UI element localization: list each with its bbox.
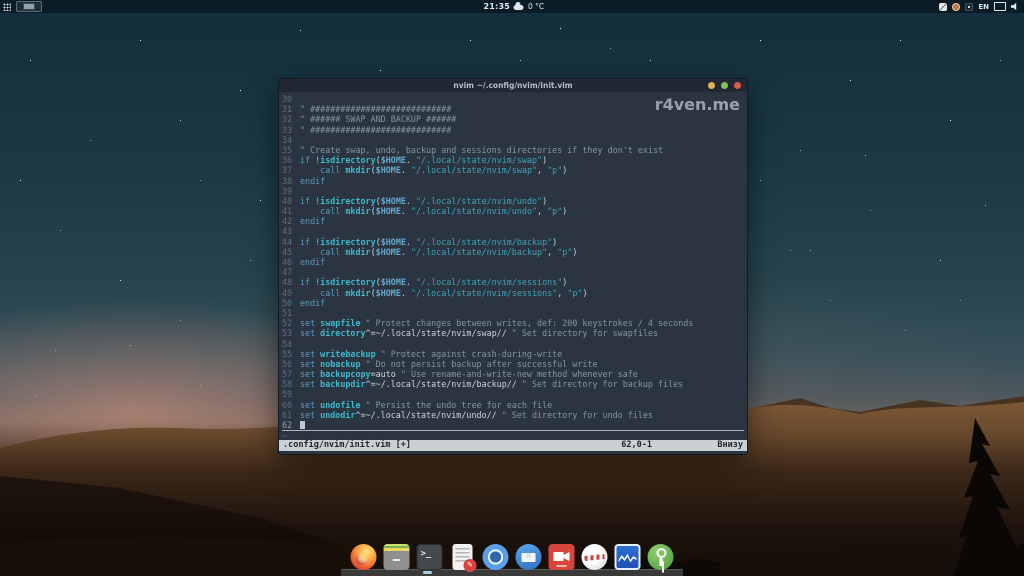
code-line: 33" ############################	[282, 125, 747, 135]
chromium-icon[interactable]	[483, 544, 509, 570]
code-line: 32" ###### SWAP AND BACKUP ######	[282, 114, 747, 124]
dock	[351, 544, 674, 570]
notes-icon[interactable]	[939, 3, 947, 11]
code-line: 55set writebackup " Protect against cras…	[282, 349, 747, 359]
keyboard-layout-indicator[interactable]: EN	[978, 3, 989, 11]
statusline-scroll: Внизу	[717, 440, 743, 451]
maximize-dot[interactable]	[721, 82, 728, 89]
code-line: 34	[282, 135, 747, 145]
code-line: 58set backupdir^=~/.local/state/nvim/bac…	[282, 379, 747, 389]
code-line: 42endif	[282, 216, 747, 226]
code-line: 48if !isdirectory($HOME. "/.local/state/…	[282, 277, 747, 287]
code-line: 54	[282, 339, 747, 349]
empty-buffer-line: ~	[282, 431, 747, 440]
sphere-app-icon[interactable]	[582, 544, 608, 570]
code-line: 35" Create swap, undo, backup and sessio…	[282, 145, 747, 155]
window-thumb-icon	[23, 3, 35, 10]
code-line: 62	[282, 420, 744, 431]
text-editor-icon[interactable]	[453, 544, 473, 570]
code-line: 37 call mkdir($HOME. "/.local/state/nvim…	[282, 165, 747, 175]
code-line: 61set undodir^=~/.local/state/nvim/undo/…	[282, 410, 747, 420]
code-line: 41 call mkdir($HOME. "/.local/state/nvim…	[282, 206, 747, 216]
dock-panel	[341, 569, 683, 576]
app-grid-icon[interactable]	[3, 3, 11, 11]
code-line: 59	[282, 389, 747, 399]
volume-icon[interactable]	[1011, 2, 1020, 11]
cloud-icon	[514, 5, 524, 10]
code-line: 36if !isdirectory($HOME. "/.local/state/…	[282, 155, 747, 165]
window-title: nvim ~/.config/nvim/init.vim	[453, 81, 572, 90]
mail-icon[interactable]	[516, 544, 542, 570]
active-app-indicator	[423, 571, 432, 574]
clock[interactable]: 21:35	[484, 2, 510, 11]
minimize-dot[interactable]	[708, 82, 715, 89]
code-line: 52set swapfile " Protect changes between…	[282, 318, 747, 328]
top-panel: 21:35 0 °C EN	[0, 0, 1024, 13]
code-line: 45 call mkdir($HOME. "/.local/state/nvim…	[282, 247, 747, 257]
statusline-position: 62,0-1	[621, 440, 652, 451]
network-globe-icon[interactable]	[952, 3, 960, 11]
vim-cursor	[300, 421, 305, 429]
code-line: 53set directory^=~/.local/state/nvim/swa…	[282, 328, 747, 338]
password-manager-icon[interactable]	[648, 544, 674, 570]
code-line: 44if !isdirectory($HOME. "/.local/state/…	[282, 237, 747, 247]
window-titlebar[interactable]: nvim ~/.config/nvim/init.vim	[279, 79, 747, 92]
app-indicator-icon[interactable]	[965, 3, 973, 11]
code-area[interactable]: 3031" ############################32" ##…	[279, 92, 747, 440]
code-line: 43	[282, 226, 747, 236]
file-manager-icon[interactable]	[384, 544, 410, 570]
desktop: 21:35 0 °C EN nvim ~/.config/nvim/init.v…	[0, 0, 1024, 576]
terminal-window: nvim ~/.config/nvim/init.vim r4ven.me 30…	[278, 78, 748, 455]
code-line: 46endif	[282, 257, 747, 267]
vim-statusline: .config/nvim/init.vim [+] 62,0-1 Внизу	[279, 440, 747, 451]
active-window-button[interactable]	[16, 1, 42, 12]
screen-recorder-icon[interactable]	[549, 544, 575, 570]
code-line: 57set backupcopy=auto " Use rename-and-w…	[282, 369, 747, 379]
code-line: 47	[282, 267, 747, 277]
watermark: r4ven.me	[655, 95, 740, 114]
weather-temp[interactable]: 0 °C	[528, 2, 544, 11]
code-line: 56set nobackup " Do not persist backup a…	[282, 359, 747, 369]
close-dot[interactable]	[734, 82, 741, 89]
code-line: 39	[282, 186, 747, 196]
firefox-icon[interactable]	[351, 544, 377, 570]
terminal-icon[interactable]	[417, 544, 443, 570]
display-icon[interactable]	[994, 2, 1006, 11]
statusline-file: .config/nvim/init.vim [+]	[283, 440, 411, 450]
code-line: 49 call mkdir($HOME. "/.local/state/nvim…	[282, 288, 747, 298]
code-line: 38endif	[282, 176, 747, 186]
code-line: 50endif	[282, 298, 747, 308]
code-line: 60set undofile " Persist the undo tree f…	[282, 400, 747, 410]
system-monitor-icon[interactable]	[615, 544, 641, 570]
code-line: 51	[282, 308, 747, 318]
code-line: 40if !isdirectory($HOME. "/.local/state/…	[282, 196, 747, 206]
